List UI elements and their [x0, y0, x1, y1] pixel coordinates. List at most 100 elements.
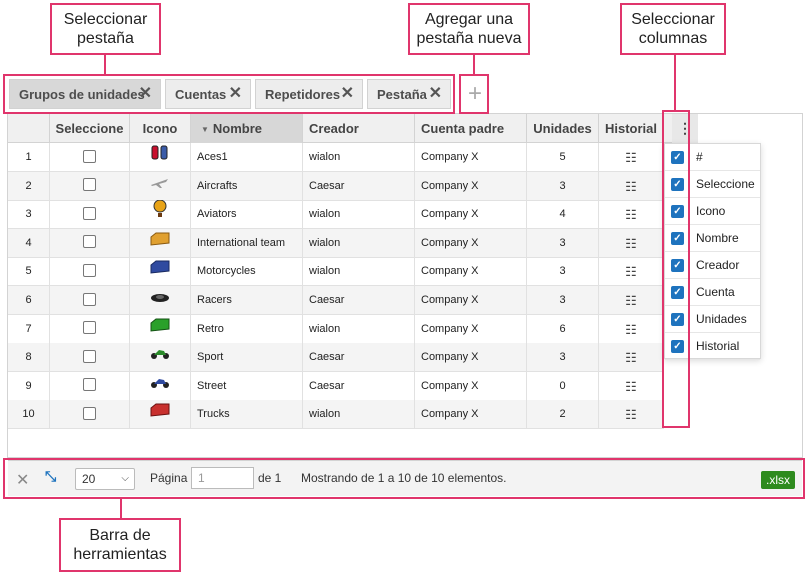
- header-name[interactable]: ▼ Nombre: [191, 114, 303, 143]
- row-name: Aircrafts: [191, 171, 303, 200]
- callout-select-columns-text: Seleccionar columnas: [631, 11, 715, 47]
- connector-add-tab: [473, 55, 475, 74]
- row-name: Street: [191, 371, 303, 400]
- chevron-down-icon: ⌵: [121, 473, 129, 484]
- list-icon[interactable]: ☷: [625, 150, 637, 165]
- list-icon[interactable]: ☷: [625, 379, 637, 394]
- row-number: 5: [8, 257, 50, 286]
- header-icon[interactable]: Icono: [130, 114, 191, 143]
- list-icon[interactable]: ☷: [625, 264, 637, 279]
- header-creator[interactable]: Creador: [303, 114, 415, 143]
- header-select[interactable]: Seleccione: [50, 114, 130, 143]
- row-number: 7: [8, 314, 50, 343]
- add-tab-button[interactable]: +: [462, 79, 488, 109]
- row-select-cell: [50, 400, 130, 429]
- row-checkbox[interactable]: [83, 378, 96, 392]
- close-icon[interactable]: ✕: [429, 86, 442, 102]
- export-xlsx-button[interactable]: .xlsx: [761, 471, 795, 489]
- row-select-cell: [50, 228, 130, 257]
- table-row[interactable]: 4 International team wialon Company X 3 ☷: [8, 228, 664, 258]
- tab-cuentas[interactable]: Cuentas ✕: [165, 79, 251, 109]
- column-option[interactable]: ✓ Icono: [665, 198, 760, 225]
- close-icon[interactable]: ✕: [139, 86, 152, 102]
- row-checkbox[interactable]: [83, 321, 96, 335]
- column-option[interactable]: ✓ #: [665, 144, 760, 171]
- row-creator: wialon: [303, 314, 415, 343]
- checkbox-checked-icon[interactable]: ✓: [671, 232, 684, 245]
- list-icon[interactable]: ☷: [625, 350, 637, 365]
- grid-header: Seleccione Icono ▼ Nombre Creador Cuenta …: [8, 114, 698, 143]
- list-icon[interactable]: ☷: [625, 207, 637, 222]
- fit-columns-icon[interactable]: ⤡: [45, 468, 56, 485]
- table-row[interactable]: 9 Street Caesar Company X 0 ☷: [8, 371, 664, 401]
- row-checkbox[interactable]: [83, 206, 96, 220]
- column-option-label: Seleccione: [696, 177, 755, 191]
- row-select-cell: [50, 286, 130, 314]
- row-checkbox[interactable]: [83, 178, 96, 192]
- header-units[interactable]: Unidades: [527, 114, 599, 143]
- row-checkbox[interactable]: [83, 235, 96, 249]
- page-input[interactable]: 1: [191, 467, 254, 489]
- tab-grupos-de-unidades[interactable]: Grupos de unidades ✕: [9, 79, 161, 109]
- column-option[interactable]: ✓ Historial: [665, 333, 760, 360]
- row-units: 3: [527, 171, 599, 200]
- checkbox-checked-icon[interactable]: ✓: [671, 151, 684, 164]
- checkbox-checked-icon[interactable]: ✓: [671, 259, 684, 272]
- checkbox-checked-icon[interactable]: ✓: [671, 205, 684, 218]
- row-checkbox[interactable]: [83, 406, 96, 420]
- row-account: Company X: [415, 143, 527, 171]
- table-row[interactable]: 7 Retro wialon Company X 6 ☷: [8, 314, 664, 344]
- row-select-cell: [50, 314, 130, 343]
- row-units: 3: [527, 343, 599, 372]
- close-icon[interactable]: ✕: [341, 86, 354, 102]
- clear-filter-icon[interactable]: ✕: [16, 470, 29, 490]
- row-checkbox[interactable]: [83, 292, 96, 306]
- row-icon-cell: [130, 343, 191, 372]
- checkbox-checked-icon[interactable]: ✓: [671, 313, 684, 326]
- column-option[interactable]: ✓ Cuenta: [665, 279, 760, 306]
- table-row[interactable]: 10 Trucks wialon Company X 2 ☷: [8, 400, 664, 430]
- list-icon[interactable]: ☷: [625, 407, 637, 422]
- row-history-cell: ☷: [599, 200, 664, 229]
- column-option[interactable]: ✓ Creador: [665, 252, 760, 279]
- row-checkbox[interactable]: [83, 263, 96, 277]
- row-history-cell: ☷: [599, 143, 664, 171]
- checkbox-checked-icon[interactable]: ✓: [671, 286, 684, 299]
- list-icon[interactable]: ☷: [625, 322, 637, 337]
- tab-repetidores[interactable]: Repetidores ✕: [255, 79, 363, 109]
- row-icon-cell: [130, 371, 191, 400]
- row-icon-cell: [130, 228, 191, 257]
- header-history[interactable]: Historial: [599, 114, 664, 143]
- checkbox-checked-icon[interactable]: ✓: [671, 178, 684, 191]
- row-checkbox[interactable]: [83, 149, 96, 163]
- column-option[interactable]: ✓ Seleccione: [665, 171, 760, 198]
- tab-pestana[interactable]: Pestaña ✕: [367, 79, 451, 109]
- table-row[interactable]: 3 Aviators wialon Company X 4 ☷: [8, 200, 664, 230]
- column-option-label: Unidades: [696, 312, 747, 326]
- column-picker: ✓ # ✓ Seleccione ✓ Icono ✓ Nombre ✓ Creador ✓ Cuent…: [664, 143, 761, 360]
- page-size-select[interactable]: 20 ⌵: [75, 468, 135, 490]
- column-option-label: #: [696, 150, 703, 164]
- row-name: Trucks: [191, 400, 303, 429]
- column-option[interactable]: ✓ Unidades: [665, 306, 760, 333]
- table-row[interactable]: 2 Aircrafts Caesar Company X 3 ☷: [8, 171, 664, 201]
- list-icon[interactable]: ☷: [625, 179, 637, 194]
- list-icon[interactable]: ☷: [625, 293, 637, 308]
- column-option[interactable]: ✓ Nombre: [665, 225, 760, 252]
- table-row[interactable]: 5 Motorcycles wialon Company X 3 ☷: [8, 257, 664, 287]
- header-account[interactable]: Cuenta padre: [415, 114, 527, 143]
- column-option-label: Creador: [696, 258, 740, 272]
- column-menu-button[interactable]: ⋮: [672, 114, 698, 143]
- row-checkbox[interactable]: [83, 349, 96, 363]
- connector-select-columns: [674, 55, 676, 110]
- row-select-cell: [50, 371, 130, 400]
- row-creator: wialon: [303, 257, 415, 286]
- checkbox-checked-icon[interactable]: ✓: [671, 340, 684, 353]
- list-icon[interactable]: ☷: [625, 236, 637, 251]
- close-icon[interactable]: ✕: [229, 86, 242, 102]
- table-row[interactable]: 8 Sport Caesar Company X 3 ☷: [8, 343, 664, 373]
- row-icon-cell: [130, 314, 191, 343]
- header-name-label: Nombre: [212, 121, 263, 136]
- table-row[interactable]: 1 Aces1 wialon Company X 5 ☷: [8, 143, 664, 172]
- table-row[interactable]: 6 Racers Caesar Company X 3 ☷: [8, 286, 664, 315]
